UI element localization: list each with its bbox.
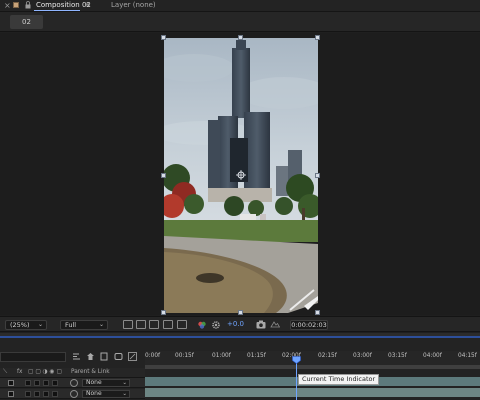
layer-row[interactable]: None ⌄ bbox=[0, 378, 145, 388]
ruler-label: 00:15f bbox=[175, 353, 194, 359]
ruler-label: 04:00f bbox=[423, 353, 442, 359]
panel-tab-bar: × Composition 02 ≡ Layer (none) bbox=[0, 0, 480, 12]
gear-icon[interactable] bbox=[211, 320, 221, 330]
switch[interactable] bbox=[52, 380, 58, 386]
tab-layer[interactable]: Layer (none) bbox=[111, 1, 156, 9]
frame-blending-icon[interactable] bbox=[114, 352, 123, 361]
transform-handle-middle-right[interactable] bbox=[315, 173, 320, 178]
shy-switch[interactable] bbox=[8, 380, 14, 386]
chevron-down-icon: ⌄ bbox=[37, 321, 43, 328]
exposure-value[interactable]: +0.0 bbox=[227, 320, 244, 328]
switch[interactable] bbox=[25, 391, 31, 397]
ruler-label: 01:15f bbox=[247, 353, 266, 359]
motion-blur-icon[interactable] bbox=[128, 352, 137, 361]
transform-handle-top-right[interactable] bbox=[315, 35, 320, 40]
anchor-point-icon[interactable] bbox=[236, 170, 246, 180]
transparency-grid-icon[interactable] bbox=[136, 320, 146, 329]
tab-composition[interactable]: Composition 02 bbox=[36, 1, 91, 9]
camera-icon[interactable] bbox=[256, 320, 266, 329]
menu-icon[interactable]: ≡ bbox=[84, 0, 91, 9]
region-of-interest-icon[interactable] bbox=[163, 320, 173, 329]
active-tab-indicator bbox=[34, 10, 80, 11]
switch[interactable] bbox=[52, 391, 58, 397]
hide-shy-layers-icon[interactable] bbox=[100, 352, 109, 361]
switch[interactable] bbox=[43, 380, 49, 386]
parent-value: None bbox=[86, 390, 102, 397]
fast-previews-icon[interactable] bbox=[123, 320, 133, 329]
current-time-indicator-line[interactable] bbox=[296, 358, 297, 400]
ruler-label: 04:15f bbox=[458, 353, 477, 359]
composition-viewer[interactable] bbox=[0, 33, 480, 315]
composition-swatch-icon bbox=[13, 2, 19, 8]
parent-dropdown[interactable]: None ⌄ bbox=[82, 379, 130, 387]
switch[interactable] bbox=[34, 380, 40, 386]
show-channel-icon[interactable] bbox=[197, 320, 207, 330]
search-input[interactable] bbox=[0, 352, 66, 362]
layer-column-header: ⟍ fx ▢ ▢ ◑ ◉ ▢ Parent & Link bbox=[0, 368, 145, 378]
switch[interactable] bbox=[25, 380, 31, 386]
composition-navigator: 02 bbox=[0, 12, 480, 32]
close-icon[interactable]: × bbox=[4, 1, 11, 10]
time-ruler[interactable]: 0:00f 00:15f 01:00f 01:15f 02:00f 02:15f… bbox=[145, 351, 480, 365]
layer-row[interactable]: None ⌄ bbox=[0, 389, 145, 399]
layer-duration-bar[interactable] bbox=[145, 388, 480, 397]
chevron-down-icon: ⌄ bbox=[122, 391, 127, 397]
chevron-down-icon: ⌄ bbox=[98, 321, 104, 328]
breadcrumb[interactable]: 02 bbox=[10, 15, 43, 29]
viewer-toolbar: (25%) ⌄ Full ⌄ +0.0 0:00:02:03 bbox=[0, 316, 480, 332]
parent-pick-whip-icon[interactable] bbox=[70, 390, 78, 398]
ruler-label: 02:15f bbox=[318, 353, 337, 359]
ruler-label: 01:00f bbox=[212, 353, 231, 359]
parent-value: None bbox=[86, 379, 102, 386]
transform-handle-bottom-right[interactable] bbox=[315, 310, 320, 315]
switch-column-icons: ▢ ▢ ◑ ◉ ▢ bbox=[28, 369, 62, 375]
ruler-label: 03:15f bbox=[388, 353, 407, 359]
ruler-label: 03:00f bbox=[353, 353, 372, 359]
fx-column-label: fx bbox=[17, 369, 23, 375]
grid-guides-icon[interactable] bbox=[177, 320, 187, 329]
transform-handle-middle-left[interactable] bbox=[161, 173, 166, 178]
lock-icon[interactable] bbox=[25, 1, 31, 9]
playhead-icon[interactable] bbox=[292, 356, 301, 364]
shy-switch[interactable] bbox=[8, 391, 14, 397]
draft-3d-icon[interactable] bbox=[86, 352, 95, 361]
show-snapshot-icon[interactable] bbox=[270, 320, 280, 329]
parent-pick-whip-icon[interactable] bbox=[70, 379, 78, 387]
work-area-bar[interactable] bbox=[145, 365, 480, 369]
resolution-value: Full bbox=[65, 321, 77, 329]
mask-visibility-icon[interactable] bbox=[149, 320, 159, 329]
switch[interactable] bbox=[43, 391, 49, 397]
transform-handle-top-center[interactable] bbox=[238, 35, 243, 40]
zoom-dropdown[interactable]: (25%) ⌄ bbox=[5, 320, 47, 330]
parent-dropdown[interactable]: None ⌄ bbox=[82, 390, 130, 398]
switch-column-icon: ⟍ bbox=[3, 369, 8, 375]
tooltip: Current Time Indicator bbox=[298, 374, 380, 385]
parent-link-column-label: Parent & Link bbox=[71, 369, 110, 375]
switch[interactable] bbox=[34, 391, 40, 397]
resolution-dropdown[interactable]: Full ⌄ bbox=[60, 320, 108, 330]
transform-handle-bottom-left[interactable] bbox=[161, 310, 166, 315]
composition-mini-flowchart-icon[interactable] bbox=[72, 352, 81, 361]
transform-handle-top-left[interactable] bbox=[161, 35, 166, 40]
ruler-label: 0:00f bbox=[145, 353, 161, 359]
zoom-value: (25%) bbox=[10, 321, 30, 329]
chevron-down-icon: ⌄ bbox=[122, 380, 127, 386]
transform-handle-bottom-center[interactable] bbox=[238, 310, 243, 315]
current-time-field[interactable]: 0:00:02:03 bbox=[290, 320, 328, 330]
